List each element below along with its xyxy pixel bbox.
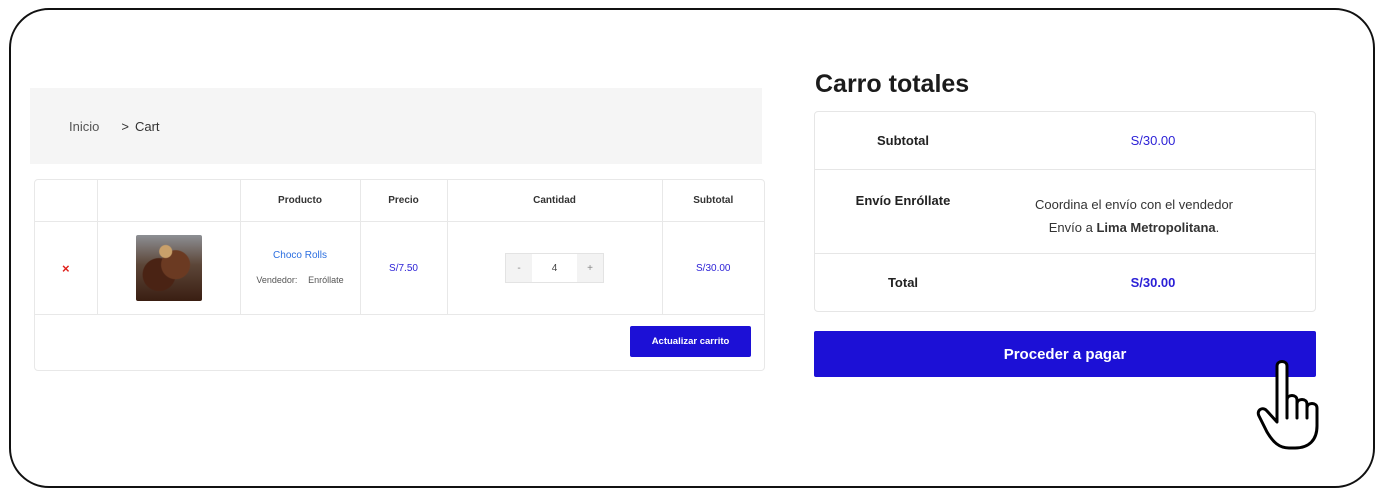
product-name-link[interactable]: Choco Rolls [241, 250, 360, 261]
total-label: Total [887, 275, 919, 290]
item-subtotal: S/30.00 [696, 262, 731, 274]
totals-row-shipping: Envío Enróllate Coordina el envío con el… [815, 170, 1315, 254]
hand-pointer-icon [1256, 360, 1319, 450]
quantity-increase-button[interactable]: + [577, 254, 603, 282]
header-subtotal: Subtotal [662, 180, 764, 222]
header-price: Precio [360, 180, 448, 222]
vendor-label: Vendedor: [256, 275, 298, 285]
quantity-stepper: - 4 + [505, 253, 604, 283]
breadcrumb-separator: > [121, 118, 129, 134]
item-price: S/7.50 [389, 262, 418, 274]
breadcrumb-current: Cart [134, 118, 160, 134]
breadcrumb-home-link[interactable]: Inicio [69, 119, 99, 134]
vendor-name: Enróllate [308, 275, 344, 285]
cart-table: Producto Precio Cantidad Subtotal × Choc… [34, 179, 765, 371]
totals-row-total: Total S/30.00 [815, 254, 1315, 311]
totals-row-subtotal: Subtotal S/30.00 [815, 112, 1315, 170]
subtotal-value: S/30.00 [1130, 133, 1176, 148]
shipping-destination: Envío a Lima Metropolitana. [1048, 220, 1220, 235]
shipping-location: Lima Metropolitana [1096, 220, 1216, 235]
header-product: Producto [240, 180, 361, 222]
proceed-to-checkout-button[interactable]: Proceder a pagar [814, 331, 1316, 377]
subtotal-label: Subtotal [877, 133, 929, 148]
cart-table-header: Producto Precio Cantidad Subtotal [35, 180, 764, 222]
table-row: × Choco Rolls Vendedor: Enróllate S/7.50… [35, 221, 764, 315]
shipping-note: Coordina el envío con el vendedor [1034, 197, 1234, 212]
header-remove [35, 180, 98, 222]
quantity-decrease-button[interactable]: - [506, 254, 532, 282]
product-thumbnail[interactable] [135, 235, 202, 301]
remove-item-icon[interactable]: × [62, 261, 70, 276]
update-cart-button[interactable]: Actualizar carrito [630, 326, 751, 357]
header-quantity: Cantidad [447, 180, 663, 222]
cart-totals-table: Subtotal S/30.00 Envío Enróllate Coordin… [814, 111, 1316, 312]
shipping-label: Envío Enróllate [855, 193, 951, 208]
cart-totals-title: Carro totales [815, 70, 970, 98]
breadcrumb: Inicio > Cart [30, 88, 762, 164]
quantity-input[interactable]: 4 [532, 254, 577, 282]
header-thumbnail [97, 180, 241, 222]
shipping-info: Coordina el envío con el vendedor Envío … [991, 170, 1315, 239]
total-value: S/30.00 [1130, 275, 1176, 290]
